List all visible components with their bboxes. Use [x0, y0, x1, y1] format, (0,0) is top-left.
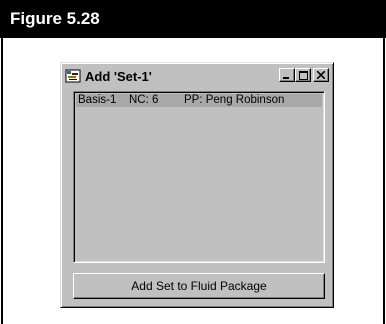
pp-cell: PP: Peng Robinson	[184, 94, 285, 106]
close-button[interactable]	[313, 68, 329, 82]
app-icon	[65, 69, 81, 83]
maximize-icon	[299, 71, 308, 80]
dialog-title: Add 'Set-1'	[85, 68, 152, 84]
window-controls	[279, 68, 329, 82]
dialog-titlebar[interactable]: Add 'Set-1'	[64, 66, 330, 86]
minimize-button[interactable]	[279, 68, 295, 82]
minimize-icon	[283, 77, 289, 79]
close-icon	[317, 71, 325, 79]
set-listbox[interactable]: Basis-1 NC: 6 PP: Peng Robinson	[73, 91, 325, 263]
nc-cell: NC: 6	[129, 94, 159, 106]
basis-cell: Basis-1	[78, 94, 117, 106]
add-set-to-fluid-package-button[interactable]: Add Set to Fluid Package	[73, 273, 325, 299]
figure-label: Figure 5.28	[0, 0, 386, 38]
add-set-dialog: Add 'Set-1' Basis-1 NC: 6 PP: Peng Robin…	[60, 62, 334, 308]
list-item[interactable]: Basis-1 NC: 6 PP: Peng Robinson	[76, 94, 322, 107]
maximize-button[interactable]	[295, 68, 311, 82]
